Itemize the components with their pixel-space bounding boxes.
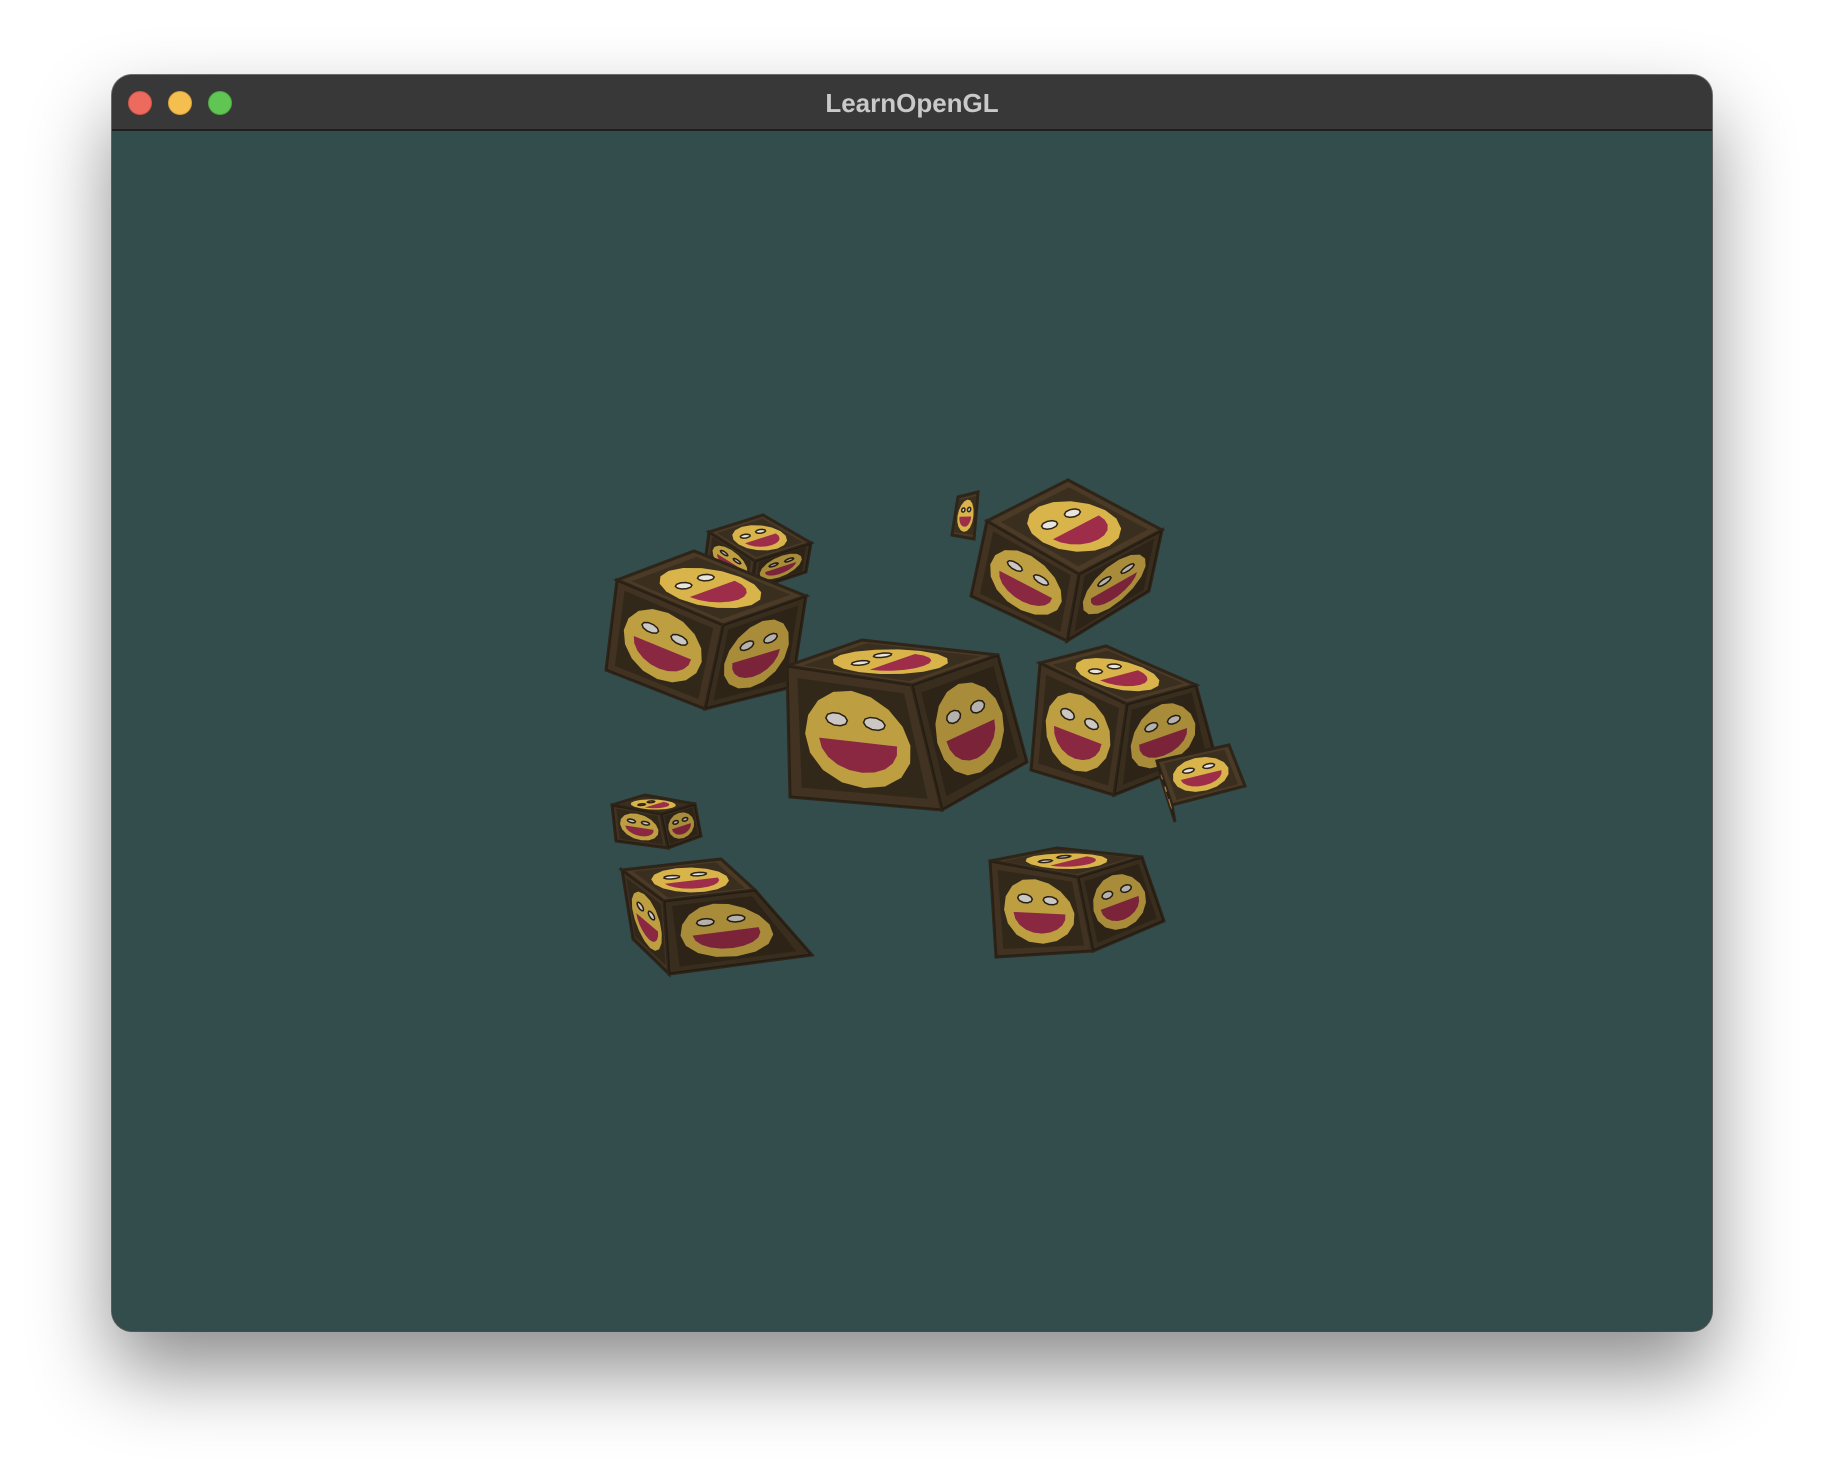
window-title: LearnOpenGL [825,88,999,118]
textured-cube [950,490,980,541]
face-shading [664,890,812,974]
rendered-scene [604,478,1248,978]
textured-cube [610,793,703,851]
textured-cube [785,638,1029,813]
textured-cube [988,846,1166,959]
opengl-viewport[interactable] [112,131,1712,1331]
textured-cube [969,478,1166,645]
textured-cube [618,857,815,978]
textured-cube [1155,743,1248,823]
title-bar[interactable]: LearnOpenGL [112,75,1712,131]
app-window: LearnOpenGL [112,75,1712,1331]
